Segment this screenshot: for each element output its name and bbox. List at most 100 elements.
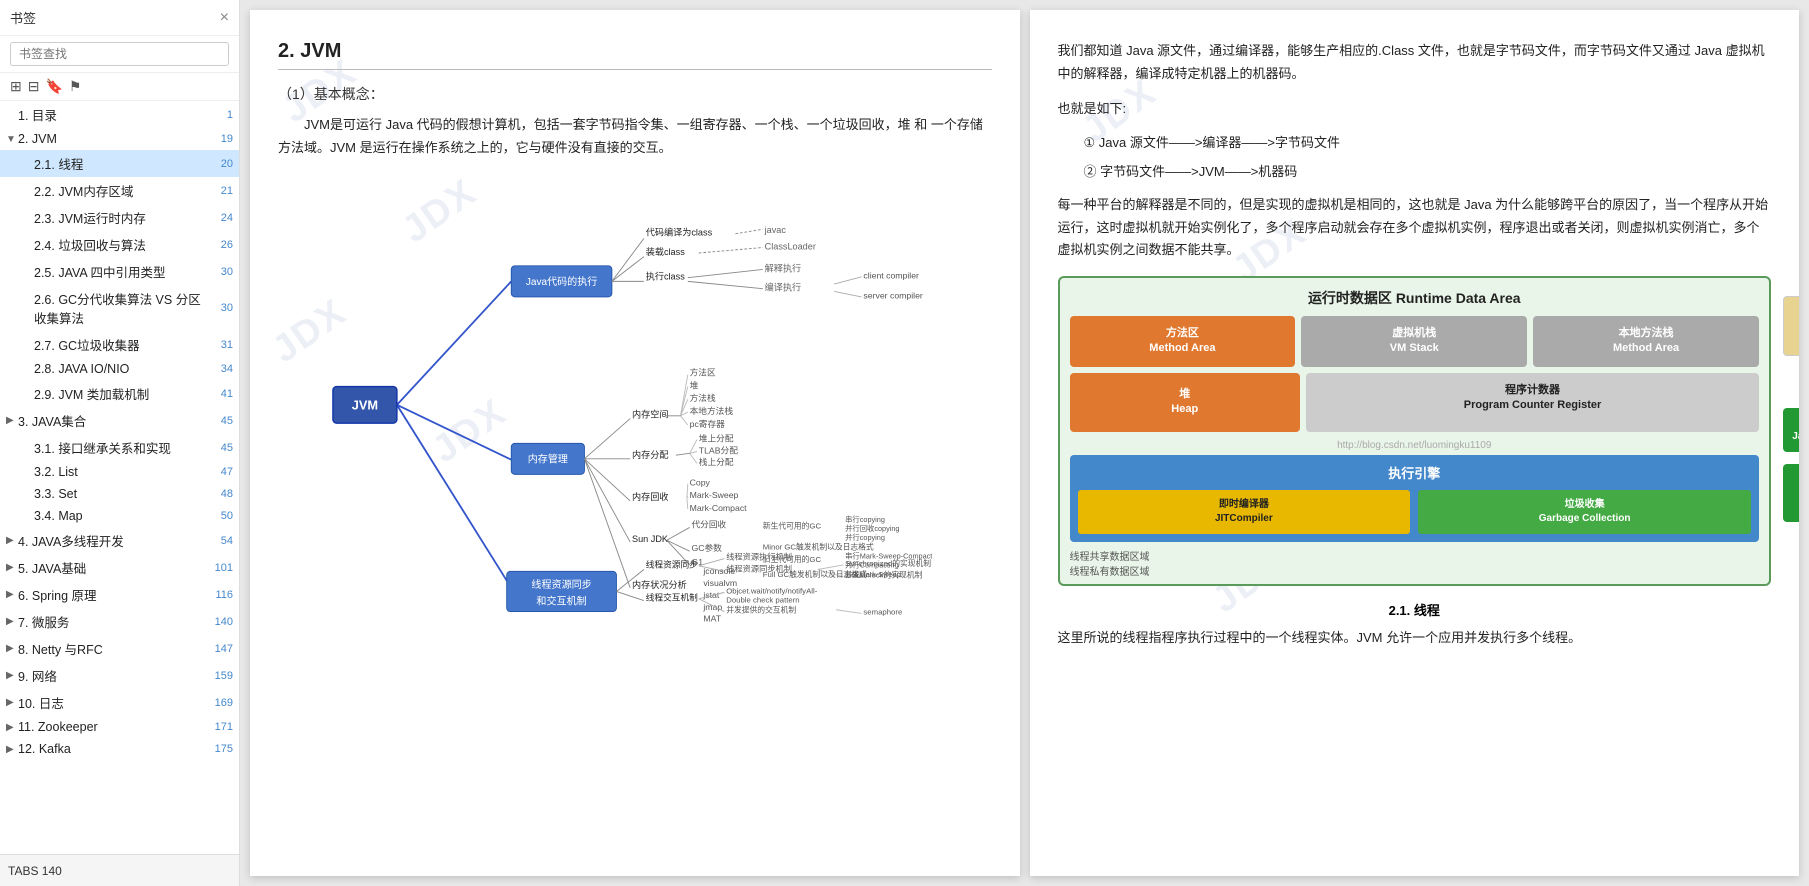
expand-arrow[interactable]: ▶ [6,535,18,546]
nav-item-label: 2.1. 线程 [34,154,205,173]
sidebar-item-item-2-4[interactable]: 2.4. 垃圾回收与算法26 [0,231,239,258]
pdf-page-right[interactable]: JDX JDX JDX JDX 我们都知道 Java 源文件，通过编译器，能够生… [1030,10,1800,876]
sidebar-item-item-2-1[interactable]: 2.1. 线程20 [0,150,239,177]
page-body1: JVM是可运行 Java 代码的假想计算机，包括一套字节码指令集、一组寄存器、一… [278,114,992,160]
exec-engine-title: 执行引擎 [1078,463,1752,482]
svg-text:执行class: 执行class [646,270,685,281]
svg-text:Mark-Sweep: Mark-Sweep [690,490,739,500]
expand-arrow[interactable]: ▶ [6,744,18,755]
sidebar-item-item-3-1[interactable]: 3.1. 接口继承关系和实现45 [0,434,239,461]
step1: ① Java 源文件——>编译器——>字节码文件 [1084,132,1772,155]
nav-item-label: 9. 网络 [18,666,205,685]
sidebar-item-item-2-9[interactable]: 2.9. JVM 类加载机制41 [0,380,239,407]
svg-text:堆: 堆 [690,380,699,390]
tabs-label: TABS 140 [8,864,62,878]
collapse-all-icon[interactable]: ⊟ [28,78,40,95]
nav-item-page: 41 [205,388,233,400]
right-body2: 每一种平台的解释器是不同的，但是实现的虚拟机是相同的，这也就是 Java 为什么… [1058,194,1772,262]
svg-text:线程资源同步: 线程资源同步 [531,577,591,590]
svg-text:javac: javac [764,224,787,234]
svg-text:client compiler: client compiler [863,270,919,280]
bookmark-outline-icon[interactable]: ⚑ [69,78,82,95]
sidebar-item-item-9[interactable]: ▶9. 网络159 [0,662,239,689]
right-intro2: 也就是如下: [1058,98,1772,121]
sidebar-item-item-10[interactable]: ▶10. 日志169 [0,689,239,716]
sidebar-item-item-2-7[interactable]: 2.7. GC垃圾收集器31 [0,331,239,358]
svg-text:Java代码的执行: Java代码的执行 [526,275,597,288]
expand-arrow[interactable]: ▶ [6,589,18,600]
sidebar-toolbar: ⊞ ⊟ 🔖 ⚑ [0,73,239,101]
svg-text:线程资源同步: 线程资源同步 [646,558,698,569]
sidebar-item-item-1[interactable]: 1. 目录1 [0,101,239,128]
nav-item-label: 2.9. JVM 类加载机制 [34,384,205,403]
sidebar-item-item-4[interactable]: ▶4. JAVA多线程开发54 [0,527,239,554]
sidebar-item-item-2-5[interactable]: 2.5. JAVA 四中引用类型30 [0,258,239,285]
svg-text:编译执行: 编译执行 [765,281,802,292]
nav-item-label: 2.5. JAVA 四中引用类型 [34,262,205,281]
sidebar-item-item-11[interactable]: ▶11. Zookeeper171 [0,716,239,738]
sidebar-item-item-2-8[interactable]: 2.8. JAVA IO/NIO34 [0,358,239,380]
sidebar-item-item-3-4[interactable]: 3.4. Map50 [0,505,239,527]
nav-item-page: 1 [205,109,233,121]
sidebar-item-item-3-2[interactable]: 3.2. List47 [0,461,239,483]
nav-item-label: 2.3. JVM运行时内存 [34,208,205,227]
sidebar-item-item-3-3[interactable]: 3.3. Set48 [0,483,239,505]
expand-arrow[interactable]: ▶ [6,616,18,627]
expand-arrow[interactable]: ▶ [6,643,18,654]
nav-item-page: 45 [205,415,233,427]
sidebar-item-item-3[interactable]: ▶3. JAVA集合45 [0,407,239,434]
close-icon[interactable]: × [220,9,229,27]
section-heading: 2.1. 线程 [1389,603,1440,618]
sidebar-item-item-2[interactable]: ▼2. JVM19 [0,128,239,150]
expand-arrow[interactable]: ▶ [6,722,18,733]
nav-item-label: 2.8. JAVA IO/NIO [34,362,205,376]
nav-item-label: 2.2. JVM内存区域 [34,181,205,200]
expand-all-icon[interactable]: ⊞ [10,78,22,95]
search-input[interactable] [10,42,229,66]
expand-arrow[interactable]: ▶ [6,562,18,573]
nav-item-label: 3.3. Set [34,487,205,501]
pdf-page-left[interactable]: JDX JDX JDX JDX 2. JVM （1）基本概念： JVM是可运行 … [250,10,1020,876]
nav-item-page: 20 [205,158,233,170]
sidebar-item-item-2-3[interactable]: 2.3. JVM运行时内存24 [0,204,239,231]
nav-item-label: 5. JAVA基础 [18,558,205,577]
sidebar-item-item-5[interactable]: ▶5. JAVA基础101 [0,554,239,581]
svg-text:Copy: Copy [690,477,711,487]
svg-text:semaphore: semaphore [863,607,902,616]
jvm-mindmap-svg: Java代码的执行 内存管理 线程资源同步 和交互机制 JVM [278,174,992,654]
svg-text:代分回收: 代分回收 [691,518,726,529]
sidebar-item-item-12[interactable]: ▶12. Kafka175 [0,738,239,760]
nav-item-page: 175 [205,743,233,755]
sidebar-item-item-2-2[interactable]: 2.2. JVM内存区域21 [0,177,239,204]
vm-stack-cell: 虚拟机栈 VM Stack [1301,316,1527,367]
sidebar-item-item-7[interactable]: ▶7. 微服务140 [0,608,239,635]
svg-text:Double check pattern: Double check pattern [726,595,799,604]
expand-arrow[interactable]: ▶ [6,697,18,708]
sidebar-item-item-6[interactable]: ▶6. Spring 原理116 [0,581,239,608]
nav-item-page: 21 [205,185,233,197]
svg-text:内存管理: 内存管理 [528,452,568,465]
nav-item-label: 10. 日志 [18,693,205,712]
expand-arrow[interactable]: ▶ [6,670,18,681]
svg-text:和交互机制: 和交互机制 [536,594,586,607]
svg-text:内存状况分析: 内存状况分析 [632,578,687,589]
nav-item-label: 8. Netty 与RFC [18,639,205,658]
nav-item-label: 3.1. 接口继承关系和实现 [34,438,205,457]
nav-item-page: 30 [205,302,233,314]
expand-arrow[interactable]: ▶ [6,415,18,426]
svg-text:MAT: MAT [703,613,721,623]
nav-item-page: 24 [205,212,233,224]
sidebar-item-item-2-6[interactable]: 2.6. GC分代收集算法 VS 分区收集算法30 [0,285,239,331]
bookmark-icon[interactable]: 🔖 [45,78,62,95]
svg-text:方法区: 方法区 [690,366,716,377]
sidebar-item-item-8[interactable]: ▶8. Netty 与RFC147 [0,635,239,662]
svg-text:server compiler: server compiler [863,290,922,300]
nav-item-label: 3.4. Map [34,509,205,523]
nav-item-page: 116 [205,589,233,601]
nav-item-label: 11. Zookeeper [18,720,205,734]
expand-arrow[interactable]: ▼ [6,134,18,145]
svg-text:本地方法栈: 本地方法栈 [690,405,734,416]
nav-item-page: 19 [205,133,233,145]
nav-item-page: 54 [205,535,233,547]
rda-row1: 方法区 Method Area 虚拟机栈 VM Stack 本地方法栈 Meth… [1070,316,1760,367]
